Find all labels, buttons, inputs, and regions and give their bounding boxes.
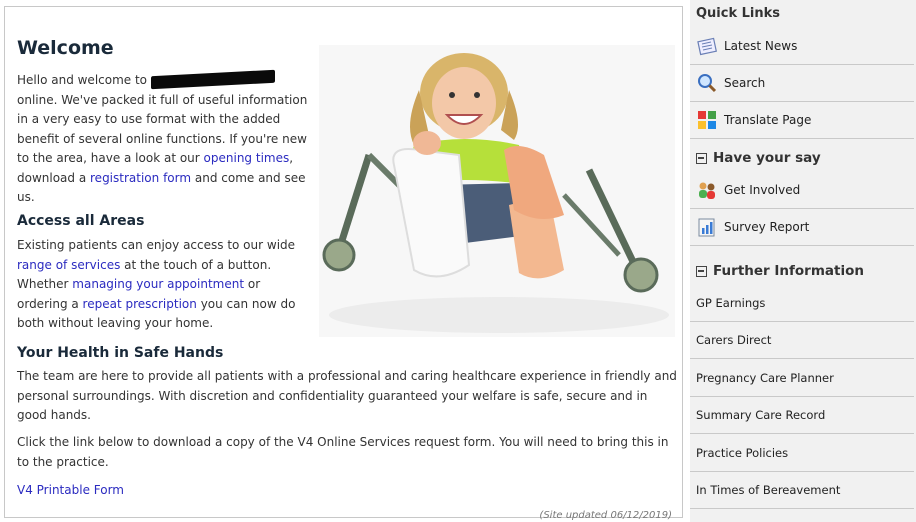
sidebar-item-summary-care-record[interactable]: Summary Care Record — [690, 397, 914, 434]
intro-paragraph: Hello and welcome to online. We've packe… — [17, 69, 317, 208]
sidebar: Quick Links Latest News Search Translate… — [690, 0, 916, 522]
sidebar-item-carers-direct[interactable]: Carers Direct — [690, 322, 914, 359]
intro-text: Hello and welcome to — [17, 73, 151, 87]
sidebar-item-label: In Times of Bereavement — [696, 483, 841, 497]
range-of-services-link[interactable]: range of services — [17, 258, 120, 272]
access-text: Existing patients can enjoy access to ou… — [17, 238, 296, 252]
redacted-practice-name — [150, 69, 275, 90]
sidebar-item-label: Carers Direct — [696, 333, 772, 347]
sidebar-item-get-involved[interactable]: Get Involved — [690, 172, 914, 209]
sidebar-item-search[interactable]: Search — [690, 65, 914, 102]
sidebar-item-label: Pregnancy Care Planner — [696, 371, 834, 385]
section-title: Further Information — [713, 263, 864, 279]
collapse-icon — [696, 152, 707, 164]
sidebar-item-gp-earnings[interactable]: GP Earnings — [690, 285, 914, 322]
v4-instructions-paragraph: Click the link below to download a copy … — [17, 435, 669, 469]
sidebar-item-practice-policies[interactable]: Practice Policies — [690, 435, 914, 472]
translate-icon — [696, 109, 718, 131]
sidebar-item-label: Practice Policies — [696, 446, 789, 460]
sidebar-item-survey-report[interactable]: Survey Report — [690, 209, 914, 246]
section-title: Have your say — [713, 150, 821, 166]
page-title: Welcome — [17, 37, 114, 59]
access-heading: Access all Areas — [17, 213, 145, 229]
health-heading: Your Health in Safe Hands — [17, 345, 224, 361]
sidebar-item-label: Translate Page — [724, 113, 812, 127]
sidebar-item-translate-page[interactable]: Translate Page — [690, 102, 914, 139]
child-with-cast-photo — [319, 45, 675, 337]
site-updated-text: (Site updated 06/12/2019) — [539, 510, 672, 521]
sidebar-item-latest-news[interactable]: Latest News — [690, 28, 914, 65]
sidebar-item-label: Latest News — [724, 39, 798, 53]
sidebar-item-label: Search — [724, 76, 766, 90]
report-icon — [696, 216, 718, 238]
sidebar-item-label: Survey Report — [724, 220, 810, 234]
newspaper-icon — [696, 35, 718, 57]
have-your-say-heading[interactable]: Have your say — [696, 150, 821, 166]
sidebar-item-label: GP Earnings — [696, 296, 766, 310]
sidebar-item-pregnancy-care-planner[interactable]: Pregnancy Care Planner — [690, 360, 914, 397]
access-paragraph: Existing patients can enjoy access to ou… — [17, 236, 313, 334]
people-icon — [696, 179, 718, 201]
further-information-heading[interactable]: Further Information — [696, 263, 864, 279]
opening-times-link[interactable]: opening times — [204, 151, 290, 165]
managing-appointment-link[interactable]: managing your appointment — [72, 277, 244, 291]
quick-links-heading: Quick Links — [696, 6, 781, 21]
sidebar-item-label: Summary Care Record — [696, 408, 826, 422]
sidebar-item-label: Get Involved — [724, 183, 801, 197]
collapse-icon — [696, 265, 707, 277]
main-content-panel: Welcome Hello and welcome to online. We'… — [4, 6, 683, 521]
repeat-prescription-link[interactable]: repeat prescription — [83, 297, 197, 311]
health-paragraph: The team are here to provide all patient… — [17, 369, 677, 422]
registration-form-link[interactable]: registration form — [90, 171, 191, 185]
sidebar-item-bereavement[interactable]: In Times of Bereavement — [690, 472, 914, 509]
magnifier-icon — [696, 72, 718, 94]
v4-printable-form-link[interactable]: V4 Printable Form — [17, 481, 124, 501]
